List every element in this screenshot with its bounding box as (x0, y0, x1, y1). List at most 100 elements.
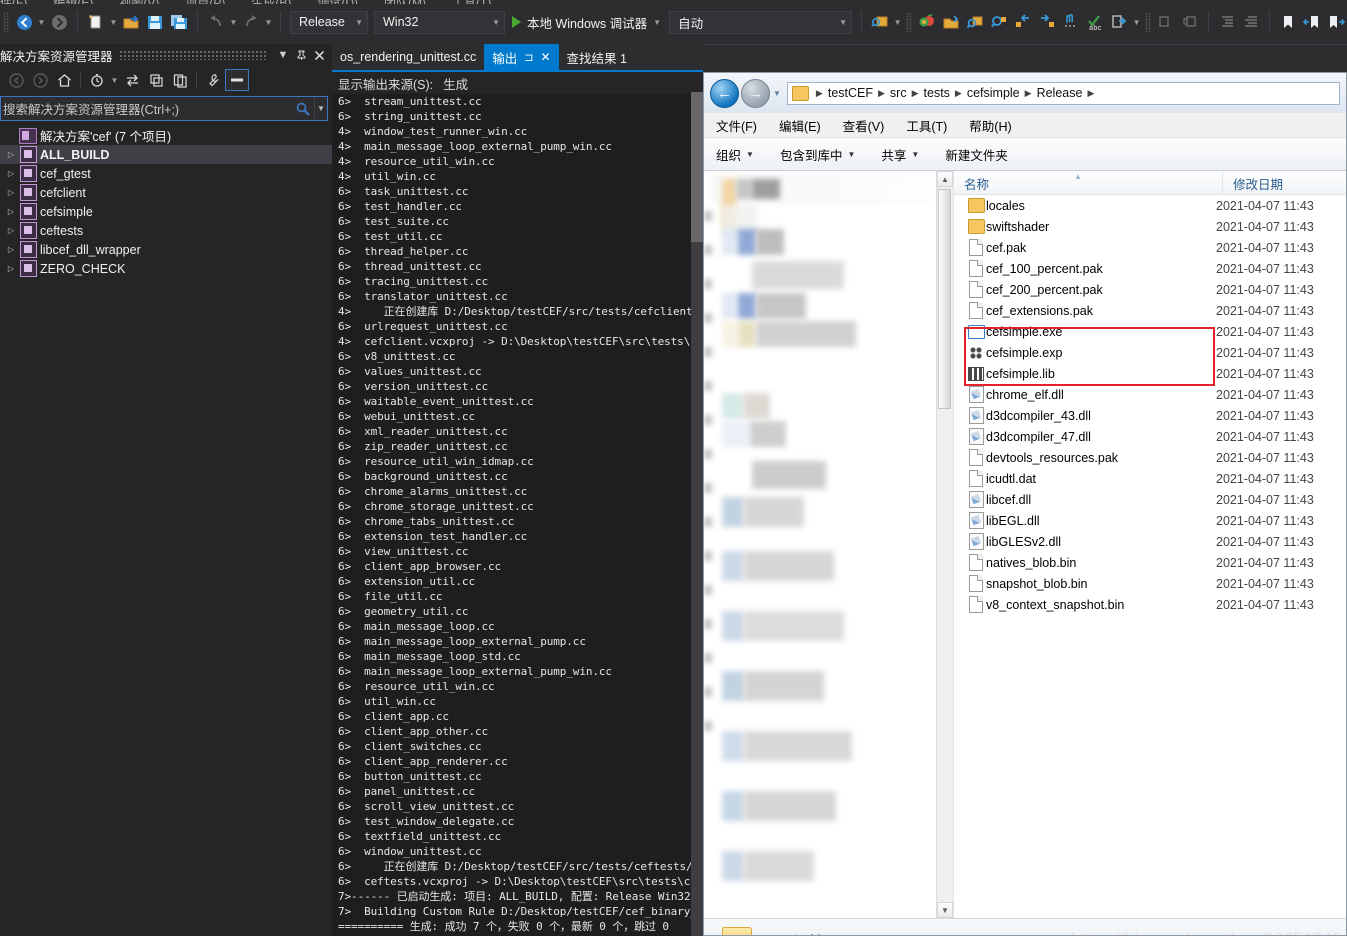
tree-item-ceftests[interactable]: ▷ ceftests (0, 221, 332, 240)
command-组织[interactable]: 组织 ▼ (716, 145, 754, 164)
save-all-icon[interactable] (167, 10, 191, 34)
navigate-forward-icon[interactable] (47, 10, 71, 34)
find-icon[interactable] (963, 10, 987, 34)
export-dropdown-icon[interactable]: ▼ (1131, 10, 1142, 34)
file-row[interactable]: chrome_elf.dll 2021-04-07 11:43 (954, 384, 1346, 405)
platform-combobox[interactable]: Win32 ▼ (374, 10, 505, 34)
expander-icon[interactable]: ▷ (4, 245, 18, 254)
tree-item-libcef_dll_wrapper[interactable]: ▷ libcef_dll_wrapper (0, 240, 332, 259)
save-icon[interactable] (143, 10, 167, 34)
pending-changes-icon[interactable] (85, 69, 109, 91)
comment-icon[interactable] (1215, 10, 1239, 34)
toolbar-drag-handle[interactable] (3, 12, 9, 32)
navigate-back-dropdown-icon[interactable]: ▼ (36, 10, 47, 34)
file-row[interactable]: swiftshader 2021-04-07 11:43 (954, 216, 1346, 237)
new-item-dropdown-icon[interactable]: ▼ (108, 10, 119, 34)
file-row[interactable]: libGLESv2.dll 2021-04-07 11:43 (954, 531, 1346, 552)
forward-icon[interactable]: → (741, 78, 770, 108)
home-icon[interactable] (52, 69, 76, 91)
toolbar-drag-handle[interactable] (906, 12, 913, 32)
expander-icon[interactable]: ▷ (4, 207, 18, 216)
breadcrumb-item-testcef[interactable]: testCEF (826, 86, 875, 100)
navigation-pane[interactable]: ▲ ▼ (704, 171, 954, 918)
file-row[interactable]: cefsimple.exp 2021-04-07 11:43 (954, 342, 1346, 363)
command-新建文件夹[interactable]: 新建文件夹 (945, 145, 1008, 164)
new-item-icon[interactable] (84, 10, 108, 34)
scroll-up-icon[interactable]: ▲ (937, 171, 953, 187)
tree-item-cefsimple[interactable]: ▷ cefsimple (0, 202, 332, 221)
solution-root-row[interactable]: 解决方案'cef' (7 个项目) (0, 126, 332, 145)
file-row[interactable]: cef.pak 2021-04-07 11:43 (954, 237, 1346, 258)
output-scrollbar-thumb[interactable] (691, 92, 703, 242)
export-icon[interactable] (1107, 10, 1131, 34)
tree-item-cefclient[interactable]: ▷ cefclient (0, 183, 332, 202)
breadcrumb[interactable]: ▶ testCEF ▶ src ▶ tests ▶ cefsimple ▶ Release ▶ (786, 81, 1340, 105)
step-forward-icon[interactable] (1035, 10, 1059, 34)
bookmark-icon[interactable] (1276, 10, 1300, 34)
tab-output[interactable]: 输出 ⊐ ✕ (484, 44, 559, 70)
uncomment-icon[interactable] (1239, 10, 1263, 34)
chevron-down-icon[interactable]: ▼ (109, 68, 120, 92)
column-header-name[interactable]: 名称 ▲ (954, 172, 1223, 194)
indent-icon[interactable] (1154, 10, 1178, 34)
start-debugging-button[interactable]: 本地 Windows 调试器 ▼ (512, 11, 661, 34)
expander-icon[interactable]: ▷ (4, 264, 18, 273)
file-row[interactable]: cef_extensions.pak 2021-04-07 11:43 (954, 300, 1346, 321)
breadcrumb-item-release[interactable]: Release (1035, 86, 1085, 100)
file-row[interactable]: libEGL.dll 2021-04-07 11:43 (954, 510, 1346, 531)
expander-icon[interactable]: ▷ (4, 150, 18, 159)
forward-icon[interactable] (28, 69, 52, 91)
file-row[interactable]: d3dcompiler_47.dll 2021-04-07 11:43 (954, 426, 1346, 447)
breadcrumb-item-tests[interactable]: tests (922, 86, 952, 100)
open-folder-icon[interactable] (939, 10, 963, 34)
command-包含到库中[interactable]: 包含到库中 ▼ (780, 145, 855, 164)
outdent-icon[interactable] (1178, 10, 1202, 34)
spell-check-icon[interactable]: abc (1083, 10, 1107, 34)
toolbar-drag-handle[interactable] (1145, 12, 1152, 32)
debug-target-icon[interactable] (915, 10, 939, 34)
tree-item-all_build[interactable]: ▷ ALL_BUILD (0, 145, 332, 164)
sync-icon[interactable] (120, 69, 144, 91)
chevron-down-icon[interactable]: ▼ (773, 89, 781, 98)
column-header-date[interactable]: 修改日期 (1223, 172, 1283, 194)
expander-icon[interactable]: ▷ (4, 226, 18, 235)
menu-item-工具T[interactable]: 工具(T) (906, 116, 947, 135)
open-file-icon[interactable] (119, 10, 143, 34)
navigation-pane-scrollbar[interactable]: ▲ ▼ (936, 171, 953, 918)
file-row[interactable]: locales 2021-04-07 11:43 (954, 195, 1346, 216)
breadcrumb-item-src[interactable]: src (888, 86, 909, 100)
chevron-down-icon[interactable]: ▼ (653, 18, 661, 27)
properties-icon[interactable] (201, 69, 225, 91)
navigate-back-icon[interactable] (12, 10, 36, 34)
undo-dropdown-icon[interactable]: ▼ (228, 10, 239, 34)
deploy-combobox[interactable]: 自动 ▼ (669, 10, 853, 34)
search-input[interactable]: 搜索解决方案资源管理器(Ctrl+;) (1, 99, 292, 118)
find-in-folder-icon[interactable] (868, 10, 892, 34)
properties-window-icon[interactable] (225, 69, 249, 91)
close-icon[interactable]: ✕ (540, 50, 550, 64)
breadcrumb-separator-icon[interactable]: ▶ (1087, 88, 1094, 99)
solution-search-box[interactable]: 搜索解决方案资源管理器(Ctrl+;) ▼ (0, 96, 328, 121)
close-icon[interactable] (310, 46, 328, 64)
undo-icon[interactable] (204, 10, 228, 34)
file-row[interactable]: cefsimple.lib 2021-04-07 11:43 (954, 363, 1346, 384)
back-icon[interactable]: ← (710, 78, 739, 108)
search-icon[interactable] (292, 102, 314, 116)
file-row[interactable]: v8_context_snapshot.bin 2021-04-07 11:43 (954, 594, 1346, 615)
find-dropdown-icon[interactable]: ▼ (892, 10, 903, 34)
show-all-files-icon[interactable] (168, 69, 192, 91)
tab-find-results[interactable]: 查找结果 1 (559, 44, 635, 70)
collapse-all-icon[interactable] (144, 69, 168, 91)
file-row[interactable]: devtools_resources.pak 2021-04-07 11:43 (954, 447, 1346, 468)
menu-item-查看V[interactable]: 查看(V) (843, 116, 885, 135)
file-row[interactable]: d3dcompiler_43.dll 2021-04-07 11:43 (954, 405, 1346, 426)
file-row[interactable]: icudtl.dat 2021-04-07 11:43 (954, 468, 1346, 489)
menu-item-编辑E[interactable]: 编辑(E) (779, 116, 821, 135)
redo-icon[interactable] (239, 10, 263, 34)
output-source-selector[interactable]: 显示输出来源(S): 生成 (332, 72, 703, 94)
menu-item-文件F[interactable]: 文件(F) (716, 116, 757, 135)
chevron-down-icon[interactable]: ▼ (314, 97, 327, 120)
expander-icon[interactable]: ▷ (4, 169, 18, 178)
hand-icon[interactable] (1059, 10, 1083, 34)
scrollbar-thumb[interactable] (938, 189, 951, 409)
